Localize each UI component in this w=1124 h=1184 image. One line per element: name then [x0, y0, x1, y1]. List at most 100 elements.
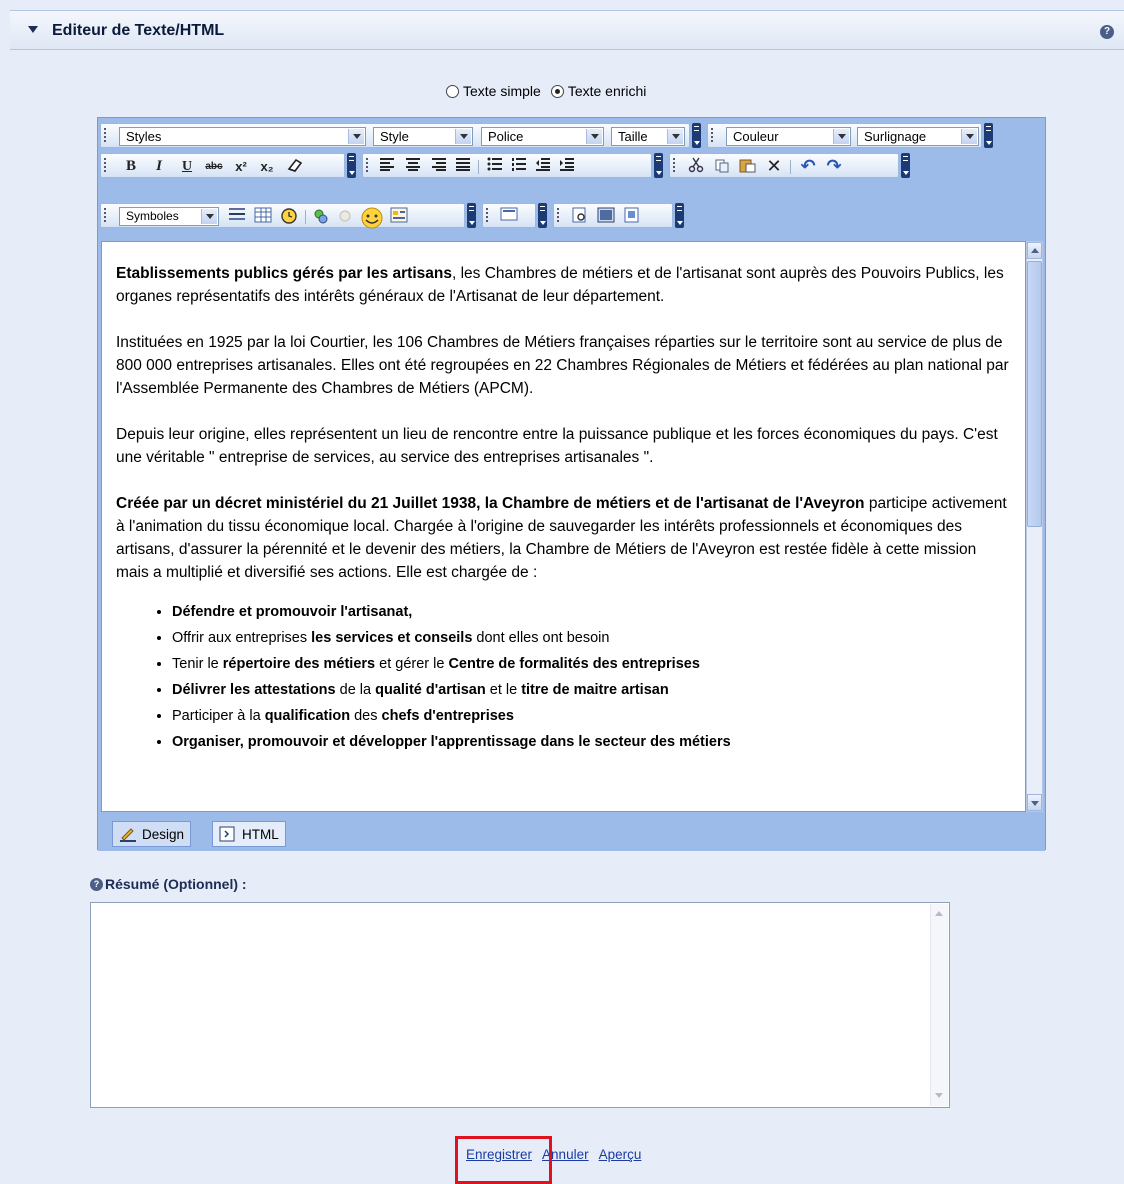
toolbar-options-icon[interactable] [347, 153, 356, 178]
list-item-text: Offrir aux entreprises [172, 630, 312, 646]
radio-texte-simple[interactable] [446, 84, 459, 98]
eraser-icon[interactable] [285, 157, 305, 176]
scroll-up-icon[interactable] [932, 906, 947, 922]
document-icon[interactable] [622, 207, 642, 226]
toolbar-grip[interactable] [557, 208, 559, 224]
paragraph-3: Depuis leur origine, elles représentent … [116, 426, 998, 466]
toolbar-grip[interactable] [711, 128, 713, 144]
toolbar-grip[interactable] [486, 208, 488, 224]
list-item-bold: qualité d'artisan [375, 682, 486, 698]
italic-button[interactable]: I [149, 157, 169, 176]
help-icon[interactable]: ? [90, 877, 103, 891]
taille-dropdown-value: Taille [618, 129, 648, 144]
editor-content[interactable]: Etablissements publics gérés par les art… [102, 242, 1025, 755]
list-item-text: Tenir le [172, 656, 223, 672]
police-dropdown[interactable]: Police [481, 127, 604, 146]
couleur-dropdown-value: Couleur [733, 129, 779, 144]
numbered-list-icon[interactable] [509, 157, 529, 176]
cut-icon[interactable] [686, 157, 706, 176]
toolbar-grip[interactable] [673, 158, 675, 174]
toolbar-grip[interactable] [366, 158, 368, 174]
surlignage-dropdown[interactable]: Surlignage [857, 127, 979, 146]
emoticon-icon[interactable] [359, 207, 385, 229]
toolbar-options-icon[interactable] [984, 123, 993, 148]
toolbar-separator [305, 210, 306, 224]
horizontal-rule-icon[interactable] [227, 207, 247, 226]
toolbar-group-insert: Symboles [100, 203, 465, 229]
indent-icon[interactable] [557, 157, 577, 176]
underline-button[interactable]: U [177, 157, 197, 176]
table-icon[interactable] [253, 207, 273, 226]
chevron-down-icon [586, 129, 602, 144]
style-dropdown[interactable]: Style [373, 127, 473, 146]
delete-icon[interactable]: ✕ [764, 157, 784, 176]
preview-icon[interactable] [570, 207, 590, 226]
list-item: Offrir aux entreprises les services et c… [172, 625, 1011, 651]
image-icon[interactable] [596, 207, 616, 226]
toolbar-row-3: Symboles [98, 200, 1045, 230]
radio-label-texte-enrichi[interactable]: Texte enrichi [568, 83, 647, 99]
editor-mode-tabs: Design HTML [98, 819, 1045, 851]
design-pencil-icon [119, 826, 137, 842]
frame-icon[interactable] [499, 207, 519, 226]
scroll-up-icon[interactable] [1027, 242, 1042, 259]
couleur-dropdown[interactable]: Couleur [726, 127, 851, 146]
taille-dropdown[interactable]: Taille [611, 127, 685, 146]
strikethrough-button[interactable]: abc [203, 157, 225, 176]
subscript-button[interactable]: x₂ [257, 157, 277, 176]
list-item: Défendre et promouvoir l'artisanat, [172, 599, 1011, 625]
radio-label-texte-simple[interactable]: Texte simple [463, 83, 541, 99]
help-icon[interactable]: ? [1100, 25, 1114, 39]
superscript-button[interactable]: x² [231, 157, 251, 176]
scroll-down-icon[interactable] [1027, 794, 1042, 811]
chevron-down-icon [961, 129, 977, 144]
list-item: Délivrer les attestations de la qualité … [172, 677, 1011, 703]
paragraph-4-bold: Créée par un décret ministériel du 21 Ju… [116, 495, 865, 512]
toolbar-grip[interactable] [104, 128, 106, 144]
toolbar-grip[interactable] [104, 158, 106, 174]
bold-button[interactable]: B [121, 157, 141, 176]
toolbar-options-icon[interactable] [654, 153, 663, 178]
toolbar-options-icon[interactable] [538, 203, 547, 228]
editor-content-area[interactable]: Etablissements publics gérés par les art… [101, 241, 1026, 812]
panel-header: Editeur de Texte/HTML ? [10, 10, 1124, 50]
justify-icon[interactable] [453, 157, 473, 176]
html-file-icon [219, 826, 237, 842]
undo-icon[interactable]: ↶ [798, 157, 818, 176]
scrollbar-thumb[interactable] [1027, 261, 1042, 527]
outdent-icon[interactable] [533, 157, 553, 176]
link-icon[interactable] [311, 207, 331, 226]
summary-scrollbar[interactable] [930, 904, 948, 1106]
toolbar-group-formatting: Styles Style Police Taille [100, 123, 690, 148]
align-right-icon[interactable] [429, 157, 449, 176]
preview-link[interactable]: Aperçu [599, 1147, 642, 1162]
unlink-icon[interactable] [335, 207, 355, 226]
tab-html[interactable]: HTML [212, 821, 286, 847]
list-item-bold: Délivrer les attestations [172, 682, 336, 698]
collapse-triangle-icon[interactable] [28, 26, 38, 33]
scroll-down-icon[interactable] [932, 1088, 947, 1104]
editor-scrollbar[interactable] [1026, 241, 1043, 812]
summary-textarea[interactable] [90, 902, 950, 1108]
tab-design-label: Design [142, 826, 185, 842]
symboles-dropdown[interactable]: Symboles [119, 207, 219, 226]
styles-dropdown[interactable]: Styles [119, 127, 366, 146]
align-center-icon[interactable] [403, 157, 423, 176]
toolbar-grip[interactable] [104, 208, 106, 224]
tab-design[interactable]: Design [112, 821, 192, 847]
datetime-icon[interactable] [279, 207, 299, 226]
paste-icon[interactable] [738, 157, 758, 176]
toolbar-options-icon[interactable] [692, 123, 701, 148]
bullet-list-icon[interactable] [485, 157, 505, 176]
toolbar-options-icon[interactable] [901, 153, 910, 178]
list-item: Organiser, promouvoir et développer l'ap… [172, 729, 1011, 755]
radio-texte-enrichi[interactable] [550, 84, 564, 98]
toolbar-group-text-style: B I U abc x² x₂ [100, 153, 345, 178]
copy-icon[interactable] [712, 157, 732, 176]
toolbar-options-icon[interactable] [675, 203, 684, 228]
align-left-icon[interactable] [377, 157, 397, 176]
template-icon[interactable] [389, 207, 409, 226]
toolbar-options-icon[interactable] [467, 203, 476, 228]
list-item-bold: titre de maitre artisan [521, 682, 669, 698]
redo-icon[interactable]: ↷ [824, 157, 844, 176]
